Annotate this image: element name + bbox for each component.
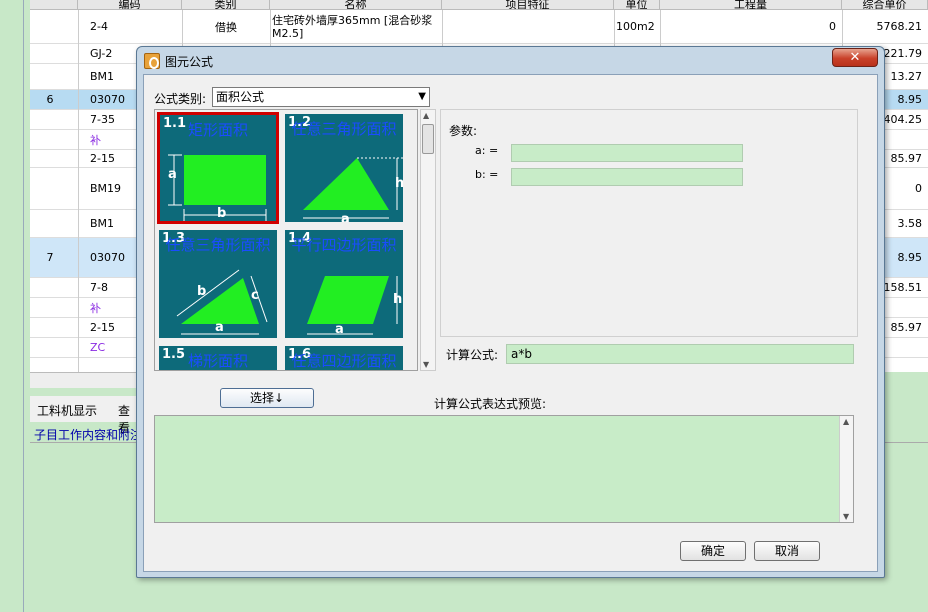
grid-cell-no: 6: [46, 93, 54, 106]
grid-cell-no: [30, 210, 70, 237]
params-label: 参数:: [449, 124, 478, 138]
scroll-up-icon[interactable]: ▲: [843, 417, 849, 426]
figure-formula-dialog: 图元公式 ✕ 公式类别: 面积公式 ▼ 1.1 矩形面积 a b 1.2 任意三…: [136, 46, 885, 578]
shape-tile-parallelogram[interactable]: 1.4 平行四边形面积 h a: [283, 228, 405, 340]
grid-cell-no: [30, 168, 70, 209]
grid-cell-price: 5768.21: [876, 20, 923, 33]
category-label: 公式类别:: [154, 92, 207, 106]
dim-label-a: a: [335, 322, 344, 337]
work-content-label: 子目工作内容和附注: [34, 428, 143, 442]
shape-name: 矩形面积: [187, 121, 248, 139]
shape-name: 梯形面积: [187, 352, 248, 370]
shape-list-vscrollbar[interactable]: ▲ ▼: [420, 109, 436, 371]
dim-label-a: a: [215, 320, 224, 335]
category-value: 面积公式: [216, 90, 265, 104]
scroll-up-icon[interactable]: ▲: [423, 111, 429, 120]
grid-cell-no: [30, 64, 70, 89]
formula-label: 计算公式:: [446, 348, 499, 362]
param-a-label: a: =: [475, 144, 499, 157]
app-icon: [144, 53, 160, 69]
shape-tile-trapezoid[interactable]: 1.5 梯形面积: [157, 344, 279, 370]
grid-header-name[interactable]: 名称: [270, 0, 442, 10]
shape-list: 1.1 矩形面积 a b 1.2 任意三角形面积 h a 1.3 任意三角形面积…: [154, 109, 418, 371]
grid-cell-no: 7: [46, 251, 54, 264]
grid-header-type[interactable]: 类别: [182, 0, 270, 10]
preview-label: 计算公式表达式预览:: [434, 397, 547, 411]
grid-cell-qty: 0: [829, 20, 836, 33]
grid-header-code[interactable]: 编码: [78, 0, 182, 10]
grid-cell-unit: 100m2: [616, 20, 655, 33]
select-button[interactable]: 选择↓: [220, 388, 314, 408]
param-b-label: b: =: [475, 168, 499, 181]
ok-button[interactable]: 确定: [680, 541, 746, 561]
category-select[interactable]: 面积公式 ▼: [212, 87, 430, 107]
chevron-down-icon: ▼: [418, 91, 426, 102]
preview-vscrollbar[interactable]: ▲ ▼: [839, 416, 853, 522]
bottom-tabs: 工料机显示 查看: [30, 396, 140, 435]
grid-cell-no: [30, 150, 70, 167]
grid-cell-code: 2-4: [90, 20, 108, 33]
dim-label-c: c: [251, 288, 259, 303]
dim-label-b: b: [197, 284, 207, 299]
grid-cell-no: [30, 298, 70, 317]
param-b-input[interactable]: [511, 168, 743, 186]
formula-field[interactable]: a*b: [506, 344, 854, 364]
grid-cell-no: [30, 110, 70, 129]
cancel-button[interactable]: 取消: [754, 541, 820, 561]
scroll-down-icon[interactable]: ▼: [843, 512, 849, 521]
shape-name: 平行四边形面积: [291, 236, 397, 254]
scroll-down-icon[interactable]: ▼: [423, 360, 429, 369]
grid-cell-no: [30, 338, 70, 357]
grid-header-price[interactable]: 综合单价: [842, 0, 928, 10]
shape-name: 任意三角形面积: [291, 120, 397, 138]
shape-name: 任意四边形面积: [291, 352, 397, 370]
grid-header-unit[interactable]: 单位: [614, 0, 660, 10]
shape-tile-rectangle[interactable]: 1.1 矩形面积 a b: [157, 112, 279, 224]
dialog-title: 图元公式: [165, 55, 214, 69]
dim-label-h: h: [393, 292, 403, 307]
close-button[interactable]: ✕: [832, 48, 878, 67]
grid-hscrollbar[interactable]: [30, 372, 140, 388]
grid-cell-no: [30, 278, 70, 297]
dim-label-a: a: [168, 167, 177, 182]
grid-cell-no: [30, 44, 70, 63]
scrollbar-thumb[interactable]: [422, 124, 434, 154]
grid-header-qty[interactable]: 工程量: [660, 0, 842, 10]
grid-cell-name: 住宅砖外墙厚365mm [混合砂浆M2.5]: [272, 13, 433, 40]
shape-name: 任意三角形面积: [165, 236, 271, 254]
dim-label-b: b: [217, 206, 227, 221]
params-panel: 参数: a: = b: =: [440, 109, 858, 337]
dim-label-h: h: [395, 176, 405, 191]
left-panel: [0, 0, 24, 612]
dialog-body: 公式类别: 面积公式 ▼ 1.1 矩形面积 a b 1.2 任意三角形面积 h …: [143, 74, 878, 572]
grid-cell-no: [30, 10, 70, 43]
shape-tile-triangle[interactable]: 1.2 任意三角形面积 h a: [283, 112, 405, 224]
grid-cell-no: [30, 130, 70, 149]
grid-cell-type: 借换: [215, 20, 237, 34]
tab-material-display[interactable]: 工料机显示: [37, 402, 97, 419]
param-a-input[interactable]: [511, 144, 743, 162]
grid-header-no: [30, 0, 78, 10]
grid-cell-no: [30, 318, 70, 337]
dim-label-a: a: [341, 212, 350, 224]
formula-preview-area[interactable]: ▲ ▼: [154, 415, 854, 523]
table-row[interactable]: 2-4 借换 住宅砖外墙厚365mm [混合砂浆M2.5] 100m2 0 5768.21: [30, 10, 928, 44]
shape-tile-triangle-sides[interactable]: 1.3 任意三角形面积 b c a: [157, 228, 279, 340]
grid-header-feature[interactable]: 项目特征: [442, 0, 614, 10]
shape-tile-quadrilateral[interactable]: 1.6 任意四边形面积: [283, 344, 405, 370]
dialog-titlebar[interactable]: 图元公式 ✕: [137, 47, 884, 73]
